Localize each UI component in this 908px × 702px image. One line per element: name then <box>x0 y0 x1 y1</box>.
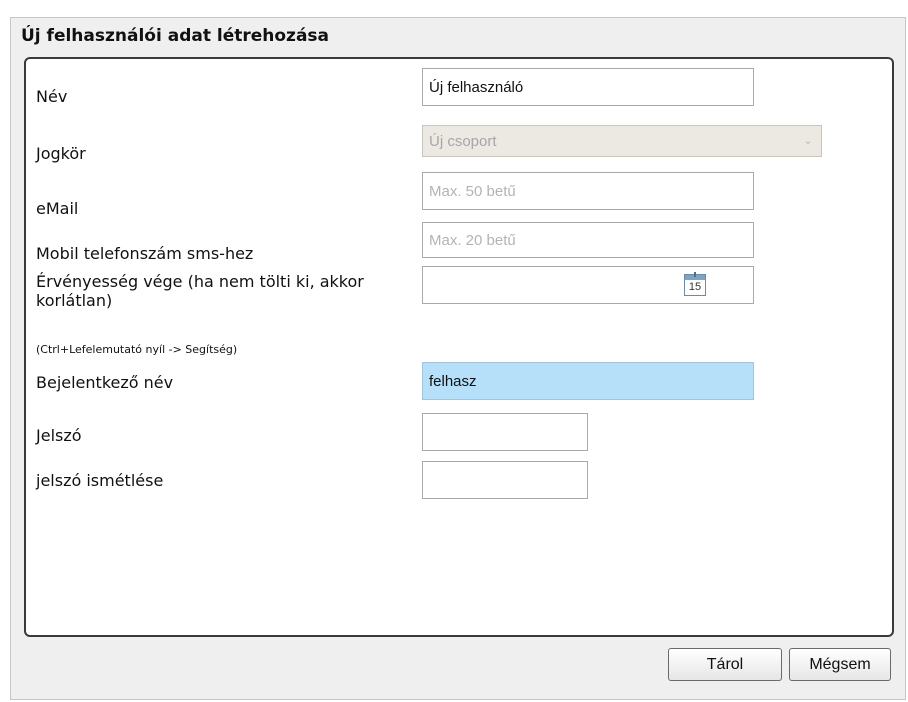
name-field[interactable]: Új felhasználó <box>422 68 754 106</box>
login-label: Bejelentkező név <box>36 373 174 392</box>
name-label: Név <box>36 87 68 106</box>
mobile-label: Mobil telefonszám sms-hez <box>36 244 254 263</box>
cancel-button[interactable]: Mégsem <box>789 648 891 681</box>
password-label: Jelszó <box>36 426 82 445</box>
password-field[interactable] <box>422 413 588 451</box>
mobile-field[interactable]: Max. 20 betű <box>422 222 754 258</box>
password-repeat-field[interactable] <box>422 461 588 499</box>
login-field[interactable]: felhasz <box>422 362 754 400</box>
password-repeat-label: jelszó ismétlése <box>36 471 164 490</box>
email-field[interactable]: Max. 50 betű <box>422 172 754 210</box>
calendar-ring <box>694 272 696 277</box>
dialog-title: Új felhasználói adat létrehozása <box>21 26 330 46</box>
role-label: Jogkör <box>36 144 86 163</box>
calendar-day: 15 <box>688 281 702 293</box>
role-select[interactable]: Új csoport ⌄ <box>422 125 822 157</box>
save-button[interactable]: Tárol <box>668 648 782 681</box>
expiry-label: Érvényesség vége (ha nem tölti ki, akkor… <box>36 272 364 310</box>
calendar-icon[interactable]: 15 <box>684 272 706 296</box>
form-panel: Név Új felhasználó Jogkör Új csoport ⌄ e… <box>24 57 894 637</box>
keyboard-hint: (Ctrl+Lefelemutató nyíl -> Segítség) <box>36 343 238 356</box>
email-label: eMail <box>36 199 79 218</box>
chevron-down-icon: ⌄ <box>803 135 813 147</box>
role-select-value: Új csoport <box>429 132 497 150</box>
dialog: Új felhasználói adat létrehozása Név Új … <box>10 17 906 700</box>
